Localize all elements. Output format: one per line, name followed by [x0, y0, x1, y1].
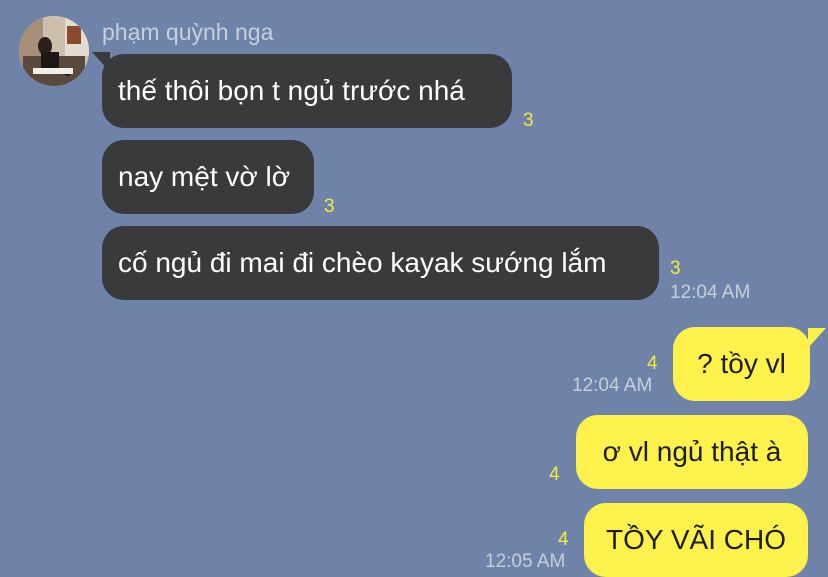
incoming-message-bubble[interactable]: thế thôi bọn t ngủ trước nhá — [102, 54, 512, 128]
incoming-message-bubble[interactable]: cố ngủ đi mai đi chèo kayak sướng lắm — [102, 226, 659, 300]
message-text: ơ vl ngủ thật à — [602, 436, 782, 467]
read-count: 4 — [558, 529, 569, 550]
message-timestamp: 12:04 AM — [572, 375, 653, 396]
message-timestamp: 12:04 AM — [670, 282, 751, 303]
read-count: 3 — [523, 110, 534, 131]
message-text: thế thôi bọn t ngủ trước nhá — [118, 75, 465, 106]
read-count: 4 — [549, 464, 560, 485]
incoming-message-bubble[interactable]: nay mệt vờ lờ — [102, 140, 314, 214]
outgoing-bubble-tail — [808, 328, 826, 348]
outgoing-message-bubble[interactable]: ? tồy vl — [673, 327, 810, 401]
message-text: cố ngủ đi mai đi chèo kayak sướng lắm — [118, 247, 607, 278]
message-text: TỒY VÃI CHÓ — [606, 524, 786, 555]
sender-name: phạm quỳnh nga — [102, 19, 274, 45]
avatar-photo-icon — [19, 16, 89, 86]
read-count: 3 — [324, 196, 335, 217]
read-count: 4 — [647, 353, 658, 374]
outgoing-message-bubble[interactable]: TỒY VÃI CHÓ — [584, 503, 808, 577]
read-count: 3 — [670, 258, 681, 279]
message-timestamp: 12:05 AM — [485, 551, 566, 572]
outgoing-message-bubble[interactable]: ơ vl ngủ thật à — [576, 415, 808, 489]
message-text: nay mệt vờ lờ — [118, 161, 291, 192]
message-text: ? tồy vl — [697, 348, 786, 379]
sender-avatar[interactable] — [19, 16, 89, 86]
